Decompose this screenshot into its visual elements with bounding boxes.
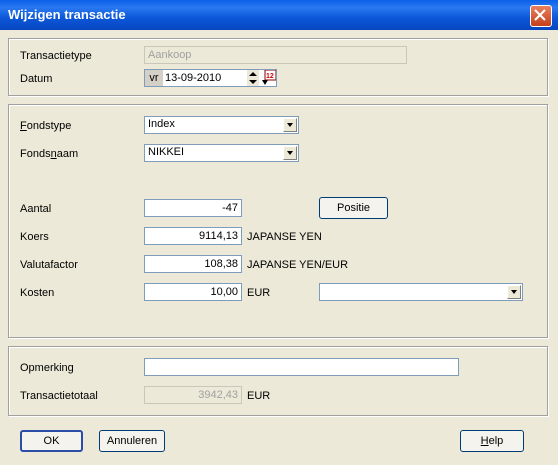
section-fund <box>8 104 548 338</box>
kosten-unit: EUR <box>247 287 271 299</box>
valutafactor-input[interactable]: 108,38 <box>144 255 242 273</box>
opmerking-input[interactable] <box>144 358 459 376</box>
transactietype-field: Aankoop <box>144 46 407 64</box>
fondsnaam-select[interactable]: NIKKEI <box>144 144 299 162</box>
transactietype-label: Transactietype <box>20 50 92 62</box>
datum-picker[interactable]: vr 13-09-2010 12 <box>144 69 277 87</box>
section-summary <box>8 346 548 416</box>
window-title: Wijzigen transactie <box>8 7 126 22</box>
kosten-currency-select[interactable] <box>319 283 523 301</box>
datum-day: vr <box>145 70 163 86</box>
transactietotaal-unit: EUR <box>247 390 271 402</box>
help-button[interactable]: Help <box>460 430 524 452</box>
opmerking-label: Opmerking <box>20 362 74 374</box>
chevron-down-icon[interactable] <box>507 285 521 299</box>
koers-unit: JAPANSE YEN <box>247 231 322 243</box>
datum-label: Datum <box>20 73 53 85</box>
svg-text:12: 12 <box>266 73 274 80</box>
valutafactor-label: Valutafactor <box>20 259 78 271</box>
chevron-down-icon[interactable] <box>283 118 297 132</box>
dialog-window: Wijzigen transactie Transactietype Aanko… <box>0 0 558 465</box>
fondstype-label: Fondstype <box>20 120 72 132</box>
kosten-input[interactable]: 10,00 <box>144 283 242 301</box>
chevron-down-icon[interactable] <box>283 146 297 160</box>
datum-value[interactable]: 13-09-2010 <box>165 70 221 86</box>
close-button[interactable] <box>530 5 552 27</box>
annuleren-button[interactable]: Annuleren <box>99 430 165 452</box>
fondstype-value: Index <box>148 118 175 130</box>
aantal-input[interactable]: -47 <box>144 199 242 217</box>
fondstype-select[interactable]: Index <box>144 116 299 134</box>
transactietotaal-field: 3942,43 <box>144 386 242 404</box>
transactietotaal-label: Transactietotaal <box>20 390 98 402</box>
fondsnaam-value: NIKKEI <box>148 146 185 158</box>
fondsnaam-label: Fondsnaam <box>20 148 79 160</box>
datum-spinner[interactable] <box>247 70 259 86</box>
kosten-label: Kosten <box>20 287 55 299</box>
positie-button[interactable]: Positie <box>319 197 388 219</box>
koers-label: Koers <box>20 231 49 243</box>
ok-button[interactable]: OK <box>20 430 83 452</box>
calendar-icon: 12 <box>262 69 277 85</box>
spinner-arrows-icon <box>249 72 257 84</box>
close-icon <box>534 9 546 21</box>
calendar-button[interactable]: 12 <box>261 69 277 86</box>
title-bar[interactable]: Wijzigen transactie <box>0 0 558 30</box>
koers-input[interactable]: 9114,13 <box>144 227 242 245</box>
aantal-label: Aantal <box>20 203 52 215</box>
valutafactor-unit: JAPANSE YEN/EUR <box>247 259 349 271</box>
